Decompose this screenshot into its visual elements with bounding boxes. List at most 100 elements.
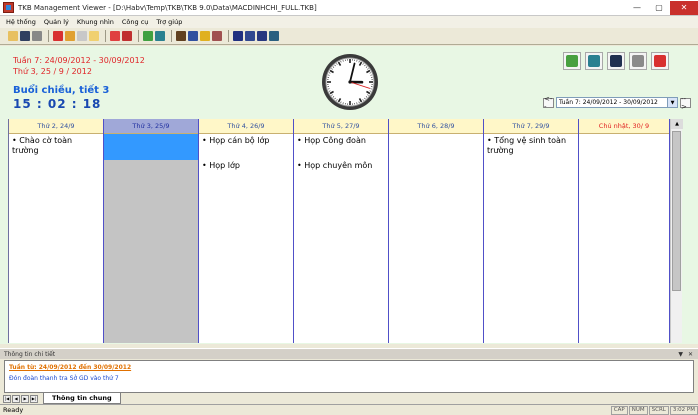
window-controls: — ▢ ✕ [626,0,698,15]
day-header[interactable]: Chủ nhật, 30/ 9 [579,119,669,134]
pin-icon[interactable]: ▼ [678,351,683,358]
scroll-indicator: SCRL [648,405,669,415]
day-column-sat[interactable]: Thứ 7, 29/9 • Tổng vệ sinh toàn trường [484,119,579,343]
list-icon[interactable] [77,31,87,41]
layout-icon[interactable] [257,31,267,41]
refresh-icon[interactable] [143,31,153,41]
folder-icon[interactable] [89,31,99,41]
tab-general-info[interactable]: Thông tin chung [43,393,121,404]
chart-icon[interactable] [65,31,75,41]
detail-panel-body: Tuần từ: 24/09/2012 đến 30/09/2012 Đón đ… [4,360,694,393]
prev-sheet-button[interactable]: ◀ [12,394,20,403]
num-indicator: NUM [628,405,648,415]
close-button[interactable]: ✕ [670,0,698,15]
status-text: Ready [3,406,24,414]
week-select-value: Tuần 7: 24/09/2012 - 30/09/2012 [559,99,658,106]
sound-button[interactable] [585,52,603,70]
day-header[interactable]: Thứ 4, 26/9 [199,119,293,134]
caps-indicator: CAP [610,405,628,415]
day-column-mon[interactable]: Thứ 2, 24/9 • Chào cờ toàn trường [9,119,104,343]
report-button[interactable] [651,52,669,70]
next-sheet-button[interactable]: ▶ [21,394,29,403]
save-button[interactable] [607,52,625,70]
right-toolbar [563,52,673,70]
day-header[interactable]: Thứ 2, 24/9 [9,119,103,134]
last-sheet-button[interactable]: ▶| [30,394,38,403]
open-folder-icon[interactable] [8,31,18,41]
table-alt-icon[interactable] [245,31,255,41]
day-header[interactable]: Thứ 7, 29/9 [484,119,578,134]
toolbar-separator [228,30,229,42]
grid-view-icon[interactable] [176,31,186,41]
scroll-up-icon[interactable]: ▲ [671,119,683,129]
toolbar-separator [171,30,172,42]
table-icon[interactable] [233,31,243,41]
event-item[interactable]: • Họp Công đoàn [297,136,385,146]
status-clock: 3:02 PM [669,405,698,415]
search-icon[interactable] [110,31,120,41]
event-item[interactable]: • Họp cán bộ lớp [202,136,290,146]
save-icon [610,55,622,67]
print-button[interactable] [629,52,647,70]
detail-note: Đón đoàn thanh tra Sở GD vào thứ 7 [9,375,119,382]
current-date-label: Thứ 3, 25 / 9 / 2012 [13,67,92,76]
vertical-scrollbar[interactable]: ▲ [670,119,683,343]
sheet-tabs: |◀ ◀ ▶ ▶| Thông tin chung [0,393,698,404]
menu-manage[interactable]: Quản lý [44,18,69,26]
zoom-icon[interactable] [122,31,132,41]
menu-help[interactable]: Trợ giúp [156,18,182,26]
digital-clock: 15 : 02 : 18 [13,97,102,111]
refresh-button[interactable] [563,52,581,70]
scroll-thumb[interactable] [672,131,681,291]
detail-week-link[interactable]: Tuần từ: 24/09/2012 đến 30/09/2012 [9,364,689,371]
selected-period-cell[interactable] [104,134,198,160]
day-header[interactable]: Thứ 6, 28/9 [389,119,483,134]
refresh-icon [566,55,578,67]
day-header[interactable]: Thứ 3, 25/9 [104,119,198,134]
month-view-icon[interactable] [200,31,210,41]
menu-bar: Hệ thống Quản lý Khung nhìn Công cụ Trợ … [0,16,698,28]
event-item[interactable]: • Họp chuyên môn [297,161,385,171]
event-item[interactable]: • Chào cờ toàn trường [12,136,100,156]
main-panel: Tuần 7: 24/09/2012 - 30/09/2012 Thứ 3, 2… [0,46,698,344]
schedule-grid: Thứ 2, 24/9 • Chào cờ toàn trường Thứ 3,… [8,119,670,343]
maximize-button[interactable]: ▢ [648,1,670,15]
menu-view[interactable]: Khung nhìn [77,18,114,26]
export-icon[interactable] [269,31,279,41]
analog-clock-icon [322,54,378,110]
week-select[interactable]: Tuần 7: 24/09/2012 - 30/09/2012 ▼ [556,97,678,108]
print-icon[interactable] [32,31,42,41]
toolbar-separator [138,30,139,42]
day-column-tue[interactable]: Thứ 3, 25/9 [104,119,199,343]
window-title: TKB Management Viewer - [D:\Habv\Temp\TK… [18,3,317,12]
first-sheet-button[interactable]: |◀ [3,394,11,403]
day-column-sun[interactable]: Chủ nhật, 30/ 9 [579,119,670,343]
speaker-icon[interactable] [155,31,165,41]
event-item[interactable]: • Tổng vệ sinh toàn trường [487,136,575,156]
toolbar [0,28,698,45]
save-icon[interactable] [20,31,30,41]
detail-panel-header: Thông tin chi tiết ▼ ✕ [0,348,698,359]
day-header[interactable]: Thứ 5, 27/9 [294,119,388,134]
report-icon[interactable] [53,31,63,41]
week-range-label: Tuần 7: 24/09/2012 - 30/09/2012 [13,56,145,65]
toolbar-separator [48,30,49,42]
title-bar: TKB Management Viewer - [D:\Habv\Temp\TK… [0,0,698,16]
menu-system[interactable]: Hệ thống [6,18,36,26]
chevron-down-icon[interactable]: ▼ [667,98,677,107]
close-icon[interactable]: ✕ [688,351,693,358]
toolbar-separator [105,30,106,42]
class-view-icon[interactable] [212,31,222,41]
day-column-wed[interactable]: Thứ 4, 26/9 • Họp cán bộ lớp • Họp lớp [199,119,294,343]
status-bar: Ready CAP NUM SCRL 3:02 PM [0,404,698,415]
minimize-button[interactable]: — [626,1,648,15]
prev-week-button[interactable]: <-- [543,95,554,111]
day-column-fri[interactable]: Thứ 6, 28/9 [389,119,484,343]
past-period-area [104,160,198,343]
menu-tools[interactable]: Công cụ [122,18,149,26]
day-column-thu[interactable]: Thứ 5, 27/9 • Họp Công đoàn • Họp chuyên… [294,119,389,343]
report-icon [654,55,666,67]
event-item[interactable]: • Họp lớp [202,161,290,171]
next-week-button[interactable]: --> [680,95,691,111]
week-view-icon[interactable] [188,31,198,41]
